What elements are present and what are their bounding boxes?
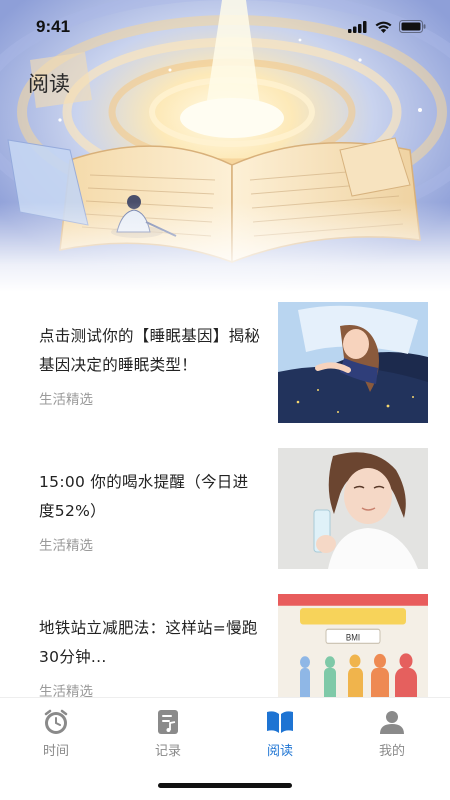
tab-profile[interactable]: 我的 [347,708,437,760]
book-icon [267,711,293,733]
tab-label: 记录 [154,744,181,759]
sleeping-woman-illustration[interactable] [278,302,428,423]
woman-drinking-water-photo[interactable] [278,448,428,569]
status-time: 9:41 [36,17,71,36]
tab-time[interactable]: 时间 [11,708,101,760]
tab-reading[interactable]: 阅读 [235,708,325,760]
status-icons [348,20,426,33]
page-title: 阅读 [28,72,70,96]
article-text: 点击测试你的【睡眠基因】揭秘基因决定的睡眠类型！ 生活精选 [39,322,261,408]
user-icon [380,711,404,734]
note-icon [158,710,178,734]
tab-label: 时间 [42,744,69,759]
article-item[interactable]: 点击测试你的【睡眠基因】揭秘基因决定的睡眠类型！ 生活精选 [0,302,450,424]
battery-icon [399,20,426,33]
home-indicator [158,783,292,788]
tab-records[interactable]: 记录 [123,708,213,760]
article-item[interactable]: 15:00 你的喝水提醒（今日进度52%） 生活精选 [0,448,450,570]
tab-label: 我的 [378,744,405,759]
article-tag: 生活精选 [39,538,93,554]
clock-icon [44,709,68,734]
article-text: 地铁站立减肥法：这样站=慢跑30分钟... 生活精选 [39,614,261,700]
tab-label: 阅读 [266,744,293,759]
status-bar: 9:41 [0,0,450,54]
article-title: 点击测试你的【睡眠基因】揭秘基因决定的睡眠类型！ [39,327,261,374]
article-title: 地铁站立减肥法：这样站=慢跑30分钟... [39,619,258,666]
bmi-body-chart[interactable]: BMI [278,594,428,697]
article-text: 15:00 你的喝水提醒（今日进度52%） 生活精选 [39,468,261,554]
article-title: 15:00 你的喝水提醒（今日进度52%） [39,473,249,520]
cellular-signal-icon [348,20,367,33]
bmi-label: BMI [346,632,360,643]
hero-fade [0,202,450,292]
wifi-icon [375,21,392,33]
article-tag: 生活精选 [39,392,93,408]
